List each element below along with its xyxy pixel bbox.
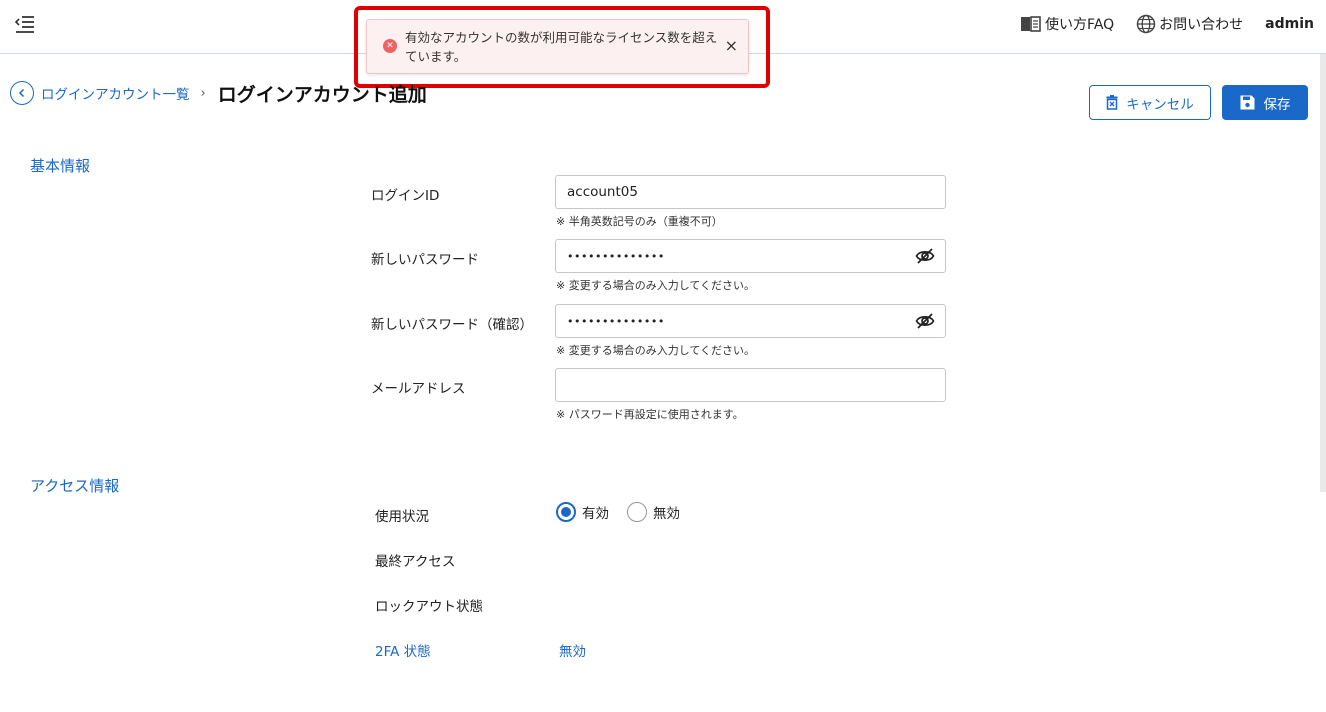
toast-close-button[interactable]: × <box>725 36 738 56</box>
twofa-label[interactable]: 2FA 状態 <box>375 640 431 660</box>
scrollbar[interactable] <box>1320 54 1326 492</box>
status-label: 使用状況 <box>375 509 429 525</box>
contact-link[interactable]: お問い合わせ <box>1136 14 1243 34</box>
confirm-password-hint: ※ 変更する場合のみ入力してください。 <box>556 344 756 357</box>
error-toast: ✕ 有効なアカウントの数が利用可能なライセンス数を超えています。 × <box>366 19 749 74</box>
status-radio-enabled[interactable] <box>556 502 576 522</box>
menu-collapse-icon[interactable] <box>14 14 36 34</box>
breadcrumb-parent-link[interactable]: ログインアカウント一覧 <box>41 83 190 103</box>
contact-label: お問い合わせ <box>1159 17 1244 33</box>
login-id-value: account05 <box>567 184 638 200</box>
twofa-value[interactable]: 無効 <box>559 640 586 660</box>
status-radio-disabled[interactable] <box>627 502 647 522</box>
eye-off-icon[interactable] <box>915 247 935 265</box>
trash-icon <box>1106 95 1118 110</box>
confirm-password-label: 新しいパスワード（確認） <box>371 317 533 333</box>
eye-off-icon[interactable] <box>915 312 935 330</box>
new-password-label: 新しいパスワード <box>371 252 479 268</box>
status-radio-group: 有効 無効 <box>556 502 698 522</box>
access-info-section-title: アクセス情報 <box>30 477 120 495</box>
email-hint: ※ パスワード再設定に使用されます。 <box>556 408 744 421</box>
chevron-left-icon <box>18 88 25 98</box>
user-menu[interactable]: admin <box>1265 16 1314 32</box>
floppy-disk-icon <box>1240 95 1254 110</box>
lockout-label: ロックアウト状態 <box>375 599 483 615</box>
save-label: 保存 <box>1263 96 1291 113</box>
email-input[interactable] <box>555 368 946 402</box>
confirm-password-value: •••••••••••••• <box>567 314 665 328</box>
confirm-password-input[interactable]: •••••••••••••• <box>555 304 946 338</box>
faq-label: 使い方FAQ <box>1045 17 1115 33</box>
status-option-disabled-label[interactable]: 無効 <box>653 502 680 522</box>
cancel-label: キャンセル <box>1126 96 1194 113</box>
new-password-value: •••••••••••••• <box>567 249 665 263</box>
back-button[interactable] <box>10 81 34 105</box>
login-id-label: ログインID <box>371 188 440 204</box>
toast-message: 有効なアカウントの数が利用可能なライセンス数を超えています。 <box>405 30 718 64</box>
breadcrumb-separator: › <box>200 85 206 101</box>
last-access-label: 最終アクセス <box>375 554 456 570</box>
new-password-hint: ※ 変更する場合のみ入力してください。 <box>556 279 756 292</box>
faq-link[interactable]: 使い方FAQ <box>1020 14 1114 34</box>
book-icon <box>1021 16 1041 32</box>
basic-info-section-title: 基本情報 <box>30 157 91 175</box>
breadcrumb: ログインアカウント一覧 › ログインアカウント追加 <box>10 80 427 106</box>
login-id-input[interactable]: account05 <box>555 175 946 209</box>
error-icon: ✕ <box>383 39 397 53</box>
email-label: メールアドレス <box>371 381 466 397</box>
globe-icon <box>1136 14 1156 34</box>
cancel-button[interactable]: キャンセル <box>1089 85 1211 120</box>
save-button[interactable]: 保存 <box>1222 85 1308 120</box>
new-password-input[interactable]: •••••••••••••• <box>555 239 946 273</box>
login-id-hint: ※ 半角英数記号のみ（重複不可） <box>556 215 723 228</box>
status-option-enabled-label[interactable]: 有効 <box>582 502 609 522</box>
page-title: ログインアカウント追加 <box>217 83 427 106</box>
